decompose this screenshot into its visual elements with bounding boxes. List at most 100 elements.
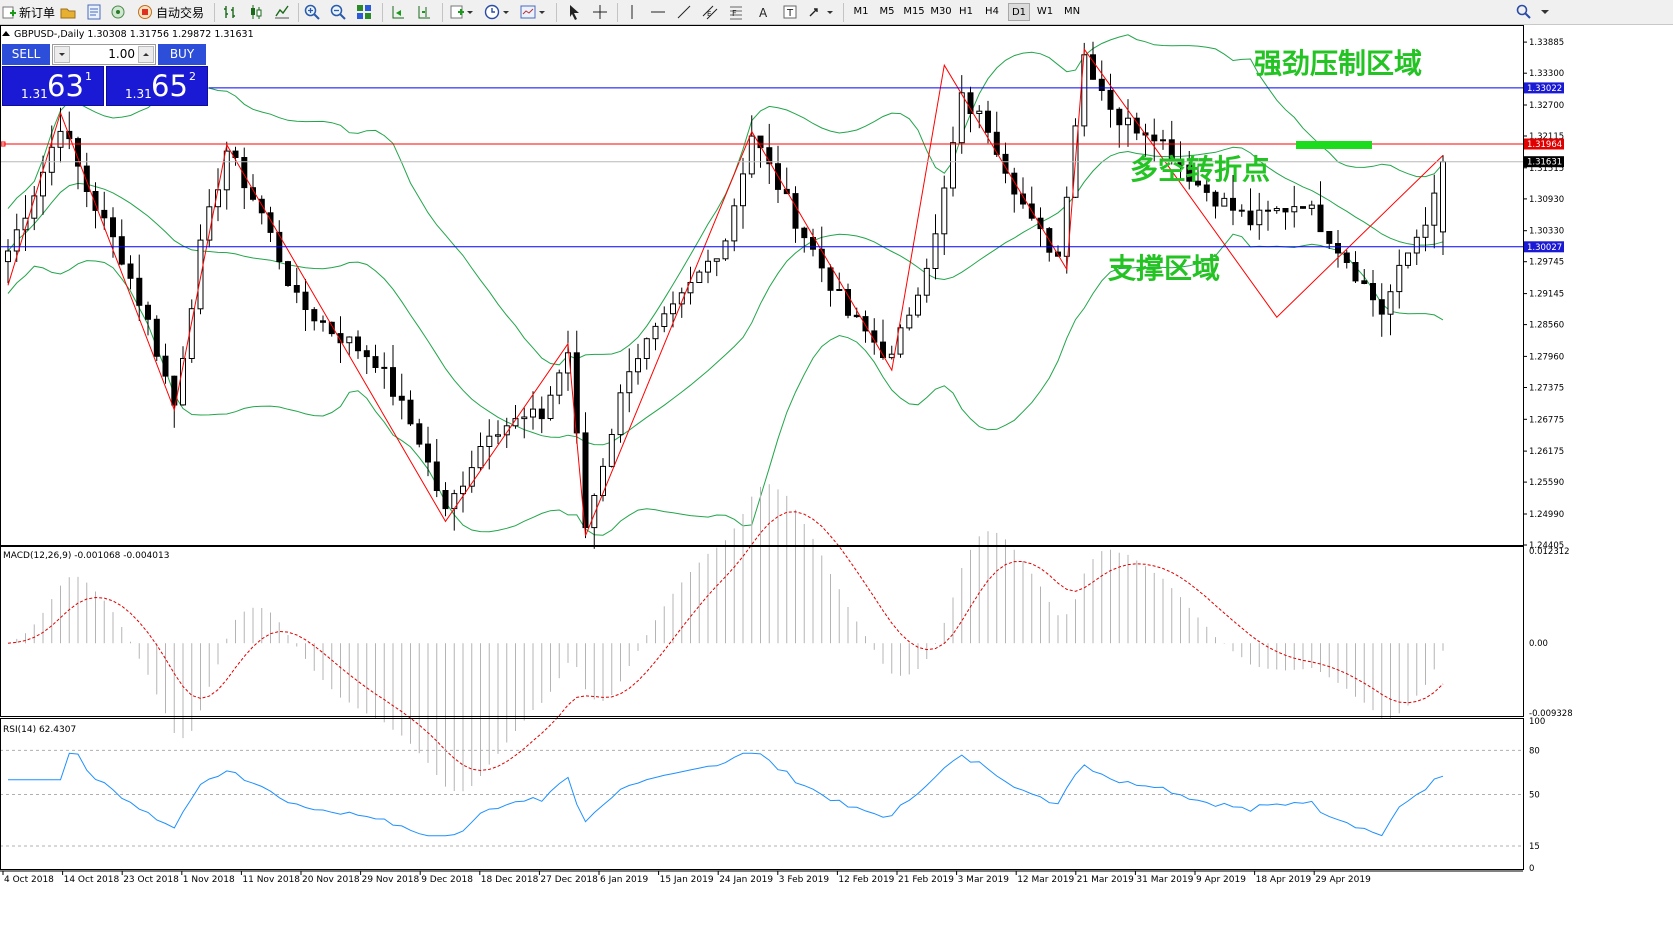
lot-increase-button[interactable] [138, 46, 154, 63]
candle-chart-button[interactable] [248, 2, 264, 22]
data-window-button[interactable] [86, 2, 102, 22]
date-axis-label: 4 Oct 2018 [4, 875, 54, 885]
zoom-in-button[interactable] [304, 2, 320, 22]
candle-body [5, 250, 11, 263]
candle-body [740, 173, 746, 207]
fibonacci-tool-button[interactable]: F [728, 2, 744, 22]
tile-windows-button[interactable] [356, 2, 372, 22]
candle-body [1378, 299, 1385, 315]
sell-price-box[interactable]: 1.31 63 1 [2, 66, 104, 106]
candle-body [600, 465, 606, 496]
candle-body [13, 229, 20, 252]
candle-body [836, 289, 843, 291]
buy-price-pips: 65 [151, 69, 188, 103]
candle-body [748, 135, 755, 175]
timeframe-h1-button[interactable]: H1 [955, 3, 977, 21]
candle-body [530, 408, 536, 418]
candle-body [346, 336, 353, 344]
candle-body [792, 193, 799, 229]
buy-price-box[interactable]: 1.31 65 2 [106, 66, 208, 106]
timeframe-mn-button[interactable]: MN [1060, 3, 1084, 21]
toolbar-separator [843, 3, 844, 22]
crosshair-tool-button[interactable] [592, 2, 608, 22]
candle-body [1238, 209, 1245, 212]
chart-area[interactable]: 1.338851.333001.327001.321151.315151.309… [0, 25, 1673, 949]
price-axis-label: 1.29745 [1529, 258, 1564, 268]
date-axis-label: 6 Jan 2019 [600, 875, 648, 885]
candle-body [1326, 231, 1333, 244]
candle-body [153, 318, 160, 357]
text-tool-button[interactable]: A [756, 2, 772, 22]
horizontal-line-tool-button[interactable] [650, 2, 666, 22]
templates-button[interactable] [520, 2, 546, 22]
price-axis-label: 1.30930 [1529, 195, 1564, 205]
sell-button[interactable]: SELL [2, 44, 50, 65]
signals-button[interactable] [110, 2, 126, 22]
candle-body [110, 217, 116, 238]
bar-chart-button[interactable] [222, 2, 238, 22]
candle-body [932, 233, 939, 270]
timeframe-m30-button[interactable]: M30 [928, 3, 954, 21]
price-axis-label: 1.33300 [1529, 69, 1564, 79]
zoom-out-button[interactable] [330, 2, 346, 22]
navigator-button[interactable] [60, 2, 76, 22]
text-label-icon: T [783, 5, 797, 19]
lot-decrease-button[interactable] [54, 46, 70, 63]
vertical-line-tool-button[interactable] [624, 2, 640, 22]
toolbar-separator [214, 3, 215, 22]
toolbar-separator [556, 3, 557, 22]
candle-body [1116, 108, 1123, 126]
candle-body [83, 165, 90, 193]
chart-shift-button[interactable] [416, 2, 432, 22]
candle-body [1265, 209, 1271, 212]
line-chart-button[interactable] [274, 2, 290, 22]
signals-icon [111, 5, 125, 19]
candle-body [626, 371, 633, 394]
date-axis-label: 21 Feb 2019 [898, 875, 954, 885]
candle-body [407, 399, 414, 425]
candle-body [1151, 134, 1158, 142]
candle-body [48, 146, 55, 173]
rsi-title: RSI(14) 62.4307 [3, 725, 76, 735]
auto-trading-label: 自动交易 [156, 5, 205, 20]
candle-body [1098, 78, 1105, 91]
cursor-tool-button[interactable] [566, 2, 582, 22]
auto-trading-button[interactable]: 自动交易 [137, 2, 204, 22]
auto-scroll-button[interactable] [390, 2, 406, 22]
timeframe-m5-button[interactable]: M5 [876, 3, 898, 21]
candle-body [652, 325, 659, 340]
candle-body [127, 263, 134, 279]
candle-body [1405, 252, 1411, 266]
lot-size-input[interactable]: 1.00 [52, 44, 156, 65]
lot-size-value: 1.00 [108, 47, 135, 61]
timeframe-m15-button[interactable]: M15 [902, 3, 926, 21]
periods-button[interactable] [484, 2, 510, 22]
candle-body [670, 303, 676, 315]
date-axis-label: 24 Jan 2019 [719, 875, 773, 885]
date-axis-label: 29 Nov 2018 [362, 875, 420, 885]
turning-point-label: 多空转折点 [1130, 153, 1270, 186]
auto-scroll-icon [392, 6, 404, 19]
search-dropdown-button[interactable] [1540, 2, 1550, 22]
timeframe-h4-button[interactable]: H4 [981, 3, 1003, 21]
timeframe-m1-button[interactable]: M1 [850, 3, 872, 21]
arrows-tool-button[interactable] [808, 2, 834, 22]
price-axis-label: 1.33885 [1529, 38, 1564, 48]
candle-body [223, 150, 230, 191]
new-order-button[interactable]: 新订单 [2, 2, 55, 22]
date-axis-label: 9 Dec 2018 [421, 875, 473, 885]
date-axis-label: 27 Dec 2018 [540, 875, 598, 885]
trendline-tool-button[interactable] [676, 2, 692, 22]
buy-button[interactable]: BUY [158, 44, 206, 65]
candle-body [661, 313, 668, 327]
buy-price-fraction: 2 [189, 70, 196, 83]
text-label-tool-button[interactable]: T [782, 2, 798, 22]
chevron-down-icon [59, 53, 65, 56]
timeframe-w1-button[interactable]: W1 [1034, 3, 1056, 21]
date-axis-label: 31 Mar 2019 [1136, 875, 1193, 885]
timeframe-d1-button[interactable]: D1 [1008, 3, 1030, 21]
equidistant-channel-tool-button[interactable]: E [702, 2, 718, 22]
candle-body [993, 131, 1000, 155]
indicators-button[interactable] [450, 2, 474, 22]
search-button[interactable] [1516, 2, 1532, 22]
